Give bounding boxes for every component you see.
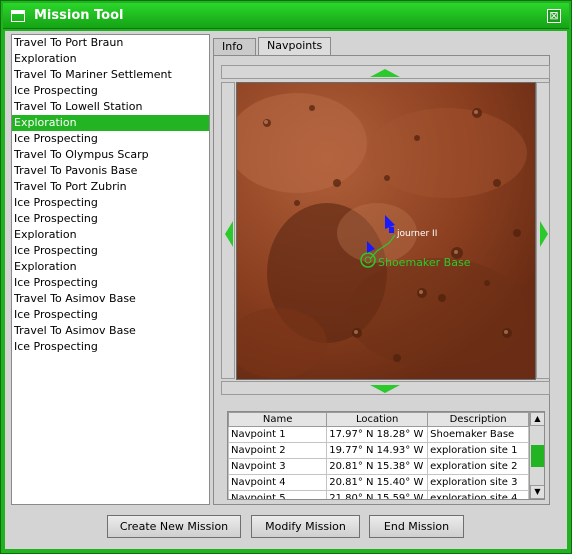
table-scrollbar[interactable]: ▲ ▼ [529,412,544,499]
table-header-row: Name Location Description [228,412,529,427]
table-cell: Shoemaker Base [427,426,529,443]
mission-list-item[interactable]: Travel To Lowell Station [12,99,209,115]
scroll-up-icon[interactable]: ▲ [530,412,544,426]
column-header-description[interactable]: Description [427,412,529,427]
mission-list-item[interactable]: Exploration [12,259,209,275]
pan-left-button[interactable] [221,82,235,379]
mission-list-item[interactable]: Travel To Mariner Settlement [12,67,209,83]
column-header-location[interactable]: Location [326,412,429,427]
table-row[interactable]: Navpoint 3 20.81° N 15.38° Wexploration s… [228,458,529,475]
end-mission-button[interactable]: End Mission [369,515,464,538]
mission-list-item[interactable]: Travel To Asimov Base [12,323,209,339]
mission-list-item[interactable]: Ice Prospecting [12,339,209,355]
arrow-left-icon [225,221,233,247]
window-icon [11,10,25,22]
mission-list-item[interactable]: Ice Prospecting [12,243,209,259]
vehicle-label: journer II [396,229,437,239]
pan-up-button[interactable] [221,65,550,79]
table-cell: Navpoint 3 [228,458,328,475]
mission-list-item[interactable]: Travel To Asimov Base [12,291,209,307]
table-cell: 19.77° N 14.93° W [326,442,429,459]
mission-list-item[interactable]: Ice Prospecting [12,195,209,211]
mission-list-item[interactable]: Ice Prospecting [12,211,209,227]
table-cell: 20.81° N 15.40° W [326,474,429,491]
table-row[interactable]: Navpoint 4 20.81° N 15.40° Wexploration s… [228,474,529,491]
table-cell: exploration site 4 [427,490,529,499]
scroll-down-icon[interactable]: ▼ [530,485,544,499]
column-header-name[interactable]: Name [228,412,328,427]
action-buttons: Create New Mission Modify Mission End Mi… [5,515,567,539]
table-cell: Navpoint 4 [228,474,328,491]
tab-info[interactable]: Info [213,38,256,56]
table-cell: 17.97° N 18.28° W [326,426,429,443]
table-cell: 21.80° N 15.59° W [326,490,429,499]
table-cell: 20.81° N 15.38° W [326,458,429,475]
table-cell: Navpoint 2 [228,442,328,459]
mission-list-item[interactable]: Ice Prospecting [12,131,209,147]
mars-surface-map[interactable]: journer II Shoemaker Base [236,82,536,380]
pan-right-button[interactable] [536,82,550,379]
pan-down-button[interactable] [221,381,550,395]
table-row[interactable]: Navpoint 2 19.77° N 14.93° Wexploration s… [228,442,529,459]
arrow-down-icon [370,385,400,393]
mission-list-item[interactable]: Travel To Pavonis Base [12,163,209,179]
create-mission-button[interactable]: Create New Mission [107,515,241,538]
table-row[interactable]: Navpoint 5 21.80° N 15.59° Wexploration s… [228,490,529,499]
map-canvas: journer II Shoemaker Base [237,83,535,379]
table-cell: exploration site 2 [427,458,529,475]
mission-list-item[interactable]: Exploration [12,227,209,243]
mission-list-item[interactable]: Ice Prospecting [12,83,209,99]
scroll-thumb[interactable] [531,445,544,467]
table-cell: exploration site 1 [427,442,529,459]
mission-list-item[interactable]: Travel To Port Zubrin [12,179,209,195]
mission-list-item[interactable]: Travel To Olympus Scarp [12,147,209,163]
table-cell: Navpoint 5 [228,490,328,499]
mission-list[interactable]: Travel To Port Braun Exploration Travel To… [11,34,210,505]
mission-list-item[interactable]: Ice Prospecting [12,307,209,323]
mission-list-item[interactable]: Ice Prospecting [12,275,209,291]
arrow-right-icon [540,221,548,247]
tab-navpoints[interactable]: Navpoints [258,37,331,57]
window-title: Mission Tool [34,8,124,23]
close-button[interactable]: ⊠ [547,9,561,23]
arrow-up-icon [370,69,400,77]
modify-mission-button[interactable]: Modify Mission [251,515,360,538]
navpoint-table[interactable]: Name Location Description Navpoint 1 17.9… [227,411,545,500]
window-content: Travel To Port Braun Exploration Travel To… [5,31,567,549]
table-cell: Navpoint 1 [228,426,328,443]
base-label: Shoemaker Base [378,256,471,269]
mission-list-item[interactable]: Exploration [12,115,209,131]
table-row[interactable]: Navpoint 1 17.97° N 18.28° W Shoemaker Bas… [228,426,529,443]
title-bar[interactable]: Mission Tool ⊠ [3,3,569,29]
mission-list-item[interactable]: Travel To Port Braun [12,35,209,51]
mission-tool-window: Mission Tool ⊠ Travel To Port Braun Explo… [0,0,572,554]
mission-list-item[interactable]: Exploration [12,51,209,67]
navpoints-panel: journer II Shoemaker Base Name Location … [213,55,550,505]
table-cell: exploration site 3 [427,474,529,491]
